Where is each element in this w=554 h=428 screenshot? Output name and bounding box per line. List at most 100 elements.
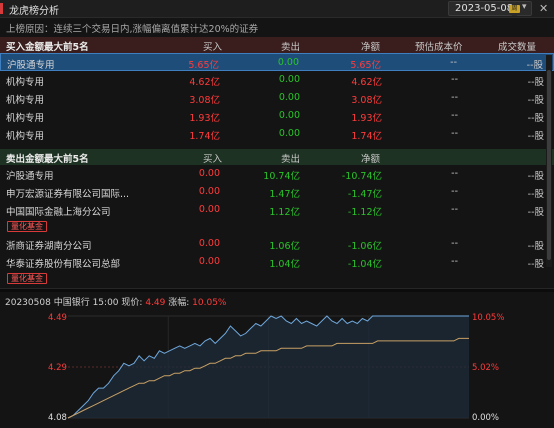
net-amount: 3.08亿 <box>351 95 382 106</box>
net-amount: -10.74亿 <box>341 171 382 182</box>
trade-qty: --股 <box>527 113 544 124</box>
trade-qty: --股 <box>527 241 544 252</box>
y-right-mid: 5.02% <box>472 363 499 373</box>
net-amount: 1.93亿 <box>351 113 382 124</box>
net-amount: -1.12亿 <box>347 207 382 218</box>
buy-row[interactable]: 机构专用 1.74亿 0.00 1.74亿 -- --股 <box>0 125 554 143</box>
title-accent-bar <box>0 3 3 14</box>
seat-name: 申万宏源证券有限公司国际... <box>6 189 130 200</box>
quant-fund-tag: 量化基金 <box>7 221 47 232</box>
y-right-bottom: 0.00% <box>472 413 499 423</box>
buy-amount: 0.00 <box>198 186 220 197</box>
window-title: 龙虎榜分析 <box>9 6 59 17</box>
y-left-mid: 4.29 <box>48 363 67 373</box>
trade-qty: --股 <box>527 189 544 200</box>
buy-row[interactable]: 机构专用 3.08亿 0.00 3.08亿 -- --股 <box>0 89 554 107</box>
trade-qty: --股 <box>527 77 544 88</box>
listing-reason: 上榜原因：连续三个交易日内,涨幅偏离值累计达20%的证券 <box>6 24 259 35</box>
seat-name: 机构专用 <box>6 131 45 142</box>
chevron-down-icon: ▾ <box>522 2 527 12</box>
sell-amount: 1.04亿 <box>269 259 300 270</box>
sell-row[interactable]: 沪股通专用 0.00 10.74亿 -10.74亿 -- --股 <box>0 165 554 183</box>
sell-amount: 1.47亿 <box>269 189 300 200</box>
cost-price: -- <box>451 168 458 179</box>
buy-row[interactable]: 机构专用 1.93亿 0.00 1.93亿 -- --股 <box>0 107 554 125</box>
scrollbar-thumb[interactable] <box>547 70 551 260</box>
sell-amount: 0.00 <box>278 110 300 121</box>
col-sell: 卖出 <box>281 42 301 53</box>
buy-amount: 1.93亿 <box>189 113 220 124</box>
sell-amount: 0.00 <box>278 92 300 103</box>
buy-section-header: 买入金额最大前5名 买入 卖出 净额 预估成本价 成交数量 <box>0 37 554 53</box>
panel-divider[interactable] <box>0 288 554 292</box>
cost-price: -- <box>451 186 458 197</box>
col-sell: 卖出 <box>281 154 301 165</box>
seat-name: 中国国际金融上海分公司 <box>6 207 111 218</box>
buy-row[interactable]: 沪股通专用 5.65亿 0.00 5.65亿 -- --股 <box>0 53 554 71</box>
intraday-chart[interactable]: 4.49 4.29 4.08 10.05% 5.02% 0.00% <box>0 306 554 428</box>
trade-qty: --股 <box>527 131 544 142</box>
y-right-top: 10.05% <box>472 313 504 323</box>
seat-name: 沪股通专用 <box>6 171 54 182</box>
net-amount: -1.06亿 <box>347 241 382 252</box>
sell-section-header: 卖出金额最大前5名 买入 卖出 净额 <box>0 149 554 165</box>
date-value: 2023-05-08 <box>455 3 514 14</box>
sell-row[interactable]: 浙商证券湖南分公司 0.00 1.06亿 -1.06亿 -- --股 <box>0 235 554 253</box>
seat-name: 沪股通专用 <box>7 60 55 71</box>
col-qty: 成交数量 <box>498 42 537 53</box>
net-amount: -1.04亿 <box>347 259 382 270</box>
price-area <box>68 316 469 418</box>
col-buy: 买入 <box>203 154 223 165</box>
cost-price: -- <box>451 74 458 85</box>
date-select[interactable]: 2023-05-08 周一 ▾ <box>448 1 532 20</box>
sell-row[interactable]: 中国国际金融上海分公司 0.00 1.12亿 -1.12亿 -- --股 <box>0 201 554 219</box>
buy-amount: 3.08亿 <box>189 95 220 106</box>
buy-amount: 0.00 <box>198 168 220 179</box>
cost-price: -- <box>451 204 458 215</box>
seat-name: 浙商证券湖南分公司 <box>6 241 92 252</box>
buy-amount: 1.74亿 <box>189 131 220 142</box>
seat-name: 机构专用 <box>6 77 45 88</box>
cost-price: -- <box>450 57 457 68</box>
sell-section-title: 卖出金额最大前5名 <box>6 154 89 165</box>
buy-section-title: 买入金额最大前5名 <box>6 42 89 53</box>
sell-row[interactable]: 申万宏源证券有限公司国际... 0.00 1.47亿 -1.47亿 -- --股 <box>0 183 554 201</box>
net-amount: 1.74亿 <box>351 131 382 142</box>
buy-amount: 0.00 <box>198 256 220 267</box>
cost-price: -- <box>451 238 458 249</box>
trade-qty: --股 <box>527 259 544 270</box>
seat-name: 机构专用 <box>6 113 45 124</box>
buy-amount: 5.65亿 <box>188 60 219 71</box>
sell-amount: 0.00 <box>278 128 300 139</box>
sell-row[interactable]: 华泰证券股份有限公司总部 0.00 1.04亿 -1.04亿 -- --股 <box>0 253 554 271</box>
net-amount: 5.65亿 <box>350 60 381 71</box>
net-amount: 4.62亿 <box>351 77 382 88</box>
buy-amount: 0.00 <box>198 204 220 215</box>
seat-name: 华泰证券股份有限公司总部 <box>6 259 121 270</box>
col-cost: 预估成本价 <box>415 42 463 53</box>
buy-row[interactable]: 机构专用 4.62亿 0.00 4.62亿 -- --股 <box>0 71 554 89</box>
sell-amount: 1.06亿 <box>269 241 300 252</box>
title-bar: 龙虎榜分析 2023-05-08 周一 ▾ ✕ <box>0 0 554 20</box>
net-amount: -1.47亿 <box>347 189 382 200</box>
close-icon[interactable]: ✕ <box>539 2 548 15</box>
buy-amount: 0.00 <box>198 238 220 249</box>
trade-qty: --股 <box>527 171 544 182</box>
sell-amount: 10.74亿 <box>263 171 300 182</box>
cost-price: -- <box>451 256 458 267</box>
trade-qty: --股 <box>527 207 544 218</box>
col-buy: 买入 <box>203 42 223 53</box>
trade-qty: --股 <box>527 95 544 106</box>
cost-price: -- <box>451 92 458 103</box>
seat-name: 机构专用 <box>6 95 45 106</box>
sell-amount: 1.12亿 <box>269 207 300 218</box>
sell-amount: 0.00 <box>278 74 300 85</box>
col-net: 净额 <box>361 154 381 165</box>
cost-price: -- <box>451 128 458 139</box>
weekday-badge: 周一 <box>509 5 520 20</box>
trade-qty: --股 <box>526 60 543 71</box>
cost-price: -- <box>451 110 458 121</box>
sell-amount: 0.00 <box>277 57 299 68</box>
col-net: 净额 <box>361 42 381 53</box>
buy-amount: 4.62亿 <box>189 77 220 88</box>
